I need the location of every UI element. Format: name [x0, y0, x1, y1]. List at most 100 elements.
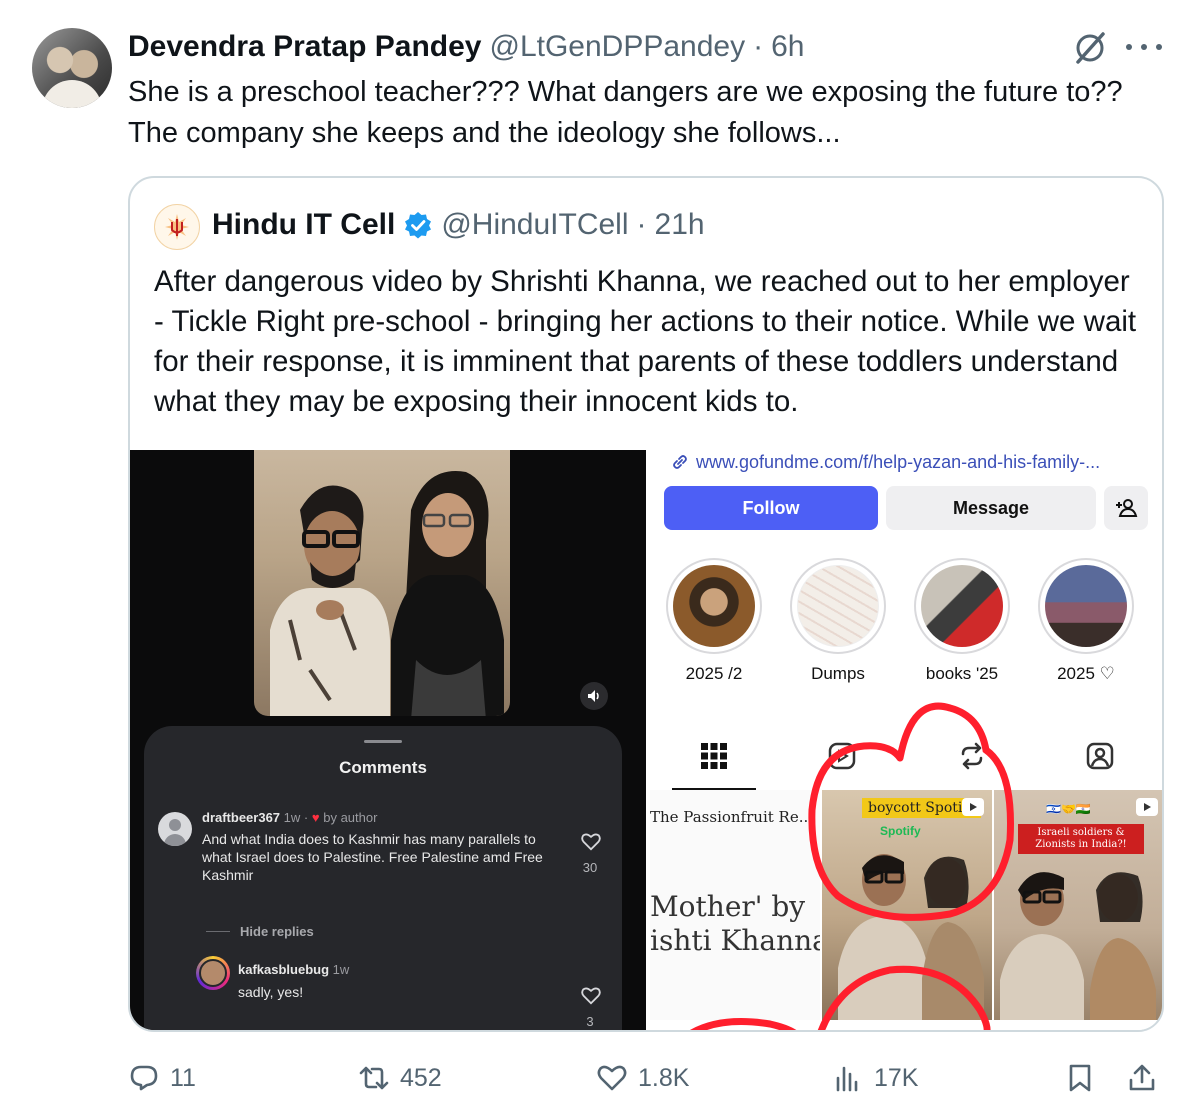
story-highlight: 2025 ♡ [1036, 558, 1136, 684]
views-count: 17K [874, 1063, 919, 1092]
by-author-label: by author [323, 810, 378, 825]
link-url: www.gofundme.com/f/help-yazan-and-his-fa… [696, 451, 1101, 472]
like-button[interactable]: 1.8K [596, 1058, 689, 1098]
repost-button[interactable]: 452 [358, 1058, 442, 1098]
reply-age: 1w [332, 962, 350, 977]
highlight-label: 2025 /2 [685, 664, 743, 683]
post-thumbnail: The Passionfruit Re... Mother' by ishti … [650, 790, 820, 1020]
comment-like-count: 30 [582, 860, 598, 875]
author-name[interactable]: Devendra Pratap Pandey [128, 30, 481, 64]
video-thumbnail [254, 450, 510, 716]
comments-panel: Comments draftbeer367 1w · ♥ by author A… [144, 726, 622, 1030]
quoted-name[interactable]: Hindu IT Cell [212, 208, 395, 242]
heart-icon: ♥ [311, 810, 320, 825]
hide-replies-label: Hide replies [240, 924, 314, 939]
grid-icon [701, 743, 727, 769]
post-thumbnail: boycott Spotify Spotify [822, 790, 992, 1020]
tweet-header: Devendra Pratap Pandey @LtGenDPPandey · … [128, 30, 804, 66]
volume-icon[interactable] [580, 682, 608, 710]
thumbnail-line: ishti Khanna [650, 924, 820, 957]
comment-meta: draftbeer367 1w · ♥ by author [202, 810, 377, 825]
divider-line [206, 931, 230, 932]
reels-icon [828, 742, 856, 770]
reply-like-count: 3 [586, 1014, 594, 1029]
reply-button[interactable]: 11 [128, 1058, 196, 1098]
thumbnail-photo [1000, 872, 1156, 1020]
tweet-time[interactable]: 6h [771, 30, 804, 64]
video-badge-icon [962, 798, 984, 816]
add-user-icon [1104, 486, 1148, 530]
more-options-icon[interactable] [1126, 40, 1162, 54]
media-image-left[interactable]: Comments draftbeer367 1w · ♥ by author A… [130, 450, 646, 1030]
woman-figure [391, 471, 504, 716]
bookmark-icon [1069, 1064, 1091, 1092]
media-image-right[interactable]: www.gofundme.com/f/help-yazan-and-his-fa… [650, 450, 1162, 1030]
quoted-tweet[interactable]: Hindu IT Cell @HinduITCell · 21h After d… [128, 176, 1164, 1032]
story-highlight: Dumps [788, 558, 888, 684]
israel-label: Israeli soldiers & Zionists in India?! [1018, 824, 1144, 854]
highlight-label: Dumps [811, 664, 865, 683]
quoted-text: After dangerous video by Shrishti Khanna… [154, 265, 1137, 418]
reply-icon [130, 1065, 158, 1091]
post-thumbnail: 🇮🇱🤝🇮🇳 Israeli soldiers & Zionists in Ind… [994, 790, 1162, 1020]
hindu-it-cell-logo-icon [165, 214, 189, 240]
verified-badge-icon [405, 212, 432, 239]
reply-count: 11 [170, 1063, 196, 1092]
tagged-icon [1086, 742, 1114, 770]
quoted-handle[interactable]: @HinduITCell [441, 208, 628, 242]
man-figure [270, 485, 390, 716]
comments-title: Comments [339, 758, 427, 777]
follow-button: Follow [664, 486, 878, 530]
heart-outline-icon [581, 833, 601, 851]
grok-icon[interactable] [1070, 28, 1110, 68]
link-icon [673, 455, 687, 469]
reply-meta: kafkasbluebug 1w [238, 962, 349, 977]
share-icon [1129, 1064, 1155, 1091]
repost-icon [359, 1066, 389, 1090]
highlight-label: 2025 ♡ [1057, 664, 1115, 683]
message-button: Message [886, 486, 1096, 530]
repost-count: 452 [400, 1063, 442, 1092]
default-avatar-icon [158, 812, 192, 846]
profile-link: www.gofundme.com/f/help-yazan-and-his-fa… [670, 450, 1100, 474]
hide-replies: Hide replies [206, 924, 314, 939]
views-icon [836, 1066, 858, 1092]
flags-icon: 🇮🇱🤝🇮🇳 [1046, 802, 1091, 816]
thumbnail-text: Mother' by ishti Khanna [650, 890, 820, 958]
thumbnail-photo [838, 854, 984, 1020]
action-bar: 11 452 1.8K 17K [128, 1058, 1164, 1098]
author-handle[interactable]: @LtGenDPPandey [489, 30, 745, 64]
video-badge-icon [1136, 798, 1158, 816]
separator-dot: · [303, 810, 309, 825]
thumbnail-line: Mother' by [650, 890, 806, 923]
quoted-avatar[interactable] [154, 204, 200, 250]
highlight-label: books '25 [925, 664, 999, 683]
comment-text: And what India does to Kashmir has many … [202, 831, 543, 883]
heart-icon [597, 1065, 627, 1091]
separator-dot: · [753, 30, 764, 63]
quoted-media[interactable]: Comments draftbeer367 1w · ♥ by author A… [130, 450, 1162, 1030]
like-count: 1.8K [638, 1063, 690, 1092]
views-button[interactable]: 17K [832, 1058, 918, 1098]
repost-icon [961, 742, 983, 770]
quoted-time[interactable]: 21h [655, 208, 705, 242]
comment-age: 1w [283, 810, 301, 825]
bookmark-button[interactable] [1064, 1058, 1096, 1098]
profile-tabs [650, 724, 1162, 790]
spotify-label: Spotify [880, 824, 921, 838]
tweet-text: She is a preschool teacher??? What dange… [128, 76, 1123, 149]
story-highlight: books '25 [912, 558, 1012, 684]
share-button[interactable] [1126, 1058, 1158, 1098]
drag-handle[interactable] [364, 740, 402, 743]
author-avatar[interactable] [32, 28, 112, 108]
story-highlight: 2025 /2 [664, 558, 764, 684]
heart-outline-icon [581, 987, 601, 1005]
reply-username: kafkasbluebug [238, 962, 330, 977]
separator-dot: · [636, 208, 647, 241]
thumbnail-title: The Passionfruit Re... [650, 808, 814, 826]
reply-avatar [196, 956, 230, 990]
quoted-header: Hindu IT Cell @HinduITCell · 21h [212, 208, 705, 242]
comment-username: draftbeer367 [202, 810, 281, 825]
reply-text: sadly, yes! [238, 984, 304, 1000]
tweet[interactable]: Devendra Pratap Pandey @LtGenDPPandey · … [0, 0, 1202, 1116]
